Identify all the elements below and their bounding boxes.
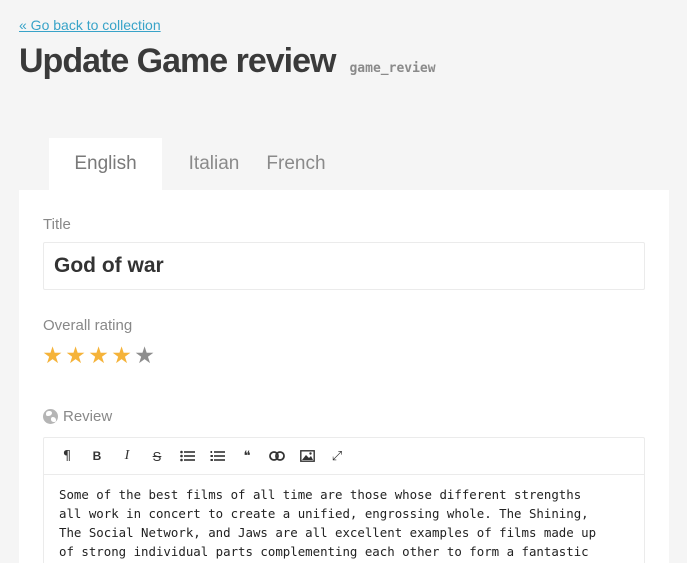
star-1[interactable]: ★ (41, 342, 64, 370)
quote-icon[interactable]: ❝ (232, 443, 262, 469)
model-api-id: game_review (349, 61, 436, 76)
review-editor: ¶ B I S ❝ ⤢ Some of the best films of al… (43, 437, 645, 563)
review-field-label: Review (43, 408, 112, 425)
page-title: Update Game review (19, 42, 336, 80)
page-header: Update Game review game_review (19, 42, 436, 81)
rating-label: Overall rating (43, 317, 133, 334)
editor-toolbar: ¶ B I S ❝ ⤢ (44, 438, 644, 475)
image-icon[interactable] (292, 443, 322, 469)
globe-icon (43, 409, 58, 424)
bullet-list-icon[interactable] (172, 443, 202, 469)
tab-italian[interactable]: Italian (162, 138, 266, 190)
review-textarea[interactable]: Some of the best films of all time are t… (44, 475, 644, 563)
italic-button[interactable]: I (112, 443, 142, 469)
numbered-list-icon[interactable] (202, 443, 232, 469)
back-to-collection-link[interactable]: « Go back to collection (19, 17, 161, 33)
star-3[interactable]: ★ (87, 342, 110, 370)
paragraph-icon[interactable]: ¶ (52, 443, 82, 469)
star-2[interactable]: ★ (64, 342, 87, 370)
tab-french[interactable]: French (266, 138, 326, 190)
bold-button[interactable]: B (82, 443, 112, 469)
locale-tabs: English Italian French (49, 138, 326, 190)
title-label: Title (43, 216, 71, 233)
page: « Go back to collection Update Game revi… (0, 0, 687, 563)
strikethrough-button[interactable]: S (142, 443, 172, 469)
fullscreen-icon[interactable]: ⤢ (322, 443, 352, 469)
rating-stars: ★ ★ ★ ★ ★ (41, 342, 156, 370)
star-5[interactable]: ★ (133, 342, 156, 370)
tab-english[interactable]: English (49, 138, 162, 190)
review-label: Review (63, 408, 113, 425)
star-4[interactable]: ★ (110, 342, 133, 370)
form-panel: Title God of war Overall rating ★ ★ ★ ★ … (19, 190, 669, 563)
title-input[interactable]: God of war (43, 242, 645, 290)
link-icon[interactable] (262, 443, 292, 469)
